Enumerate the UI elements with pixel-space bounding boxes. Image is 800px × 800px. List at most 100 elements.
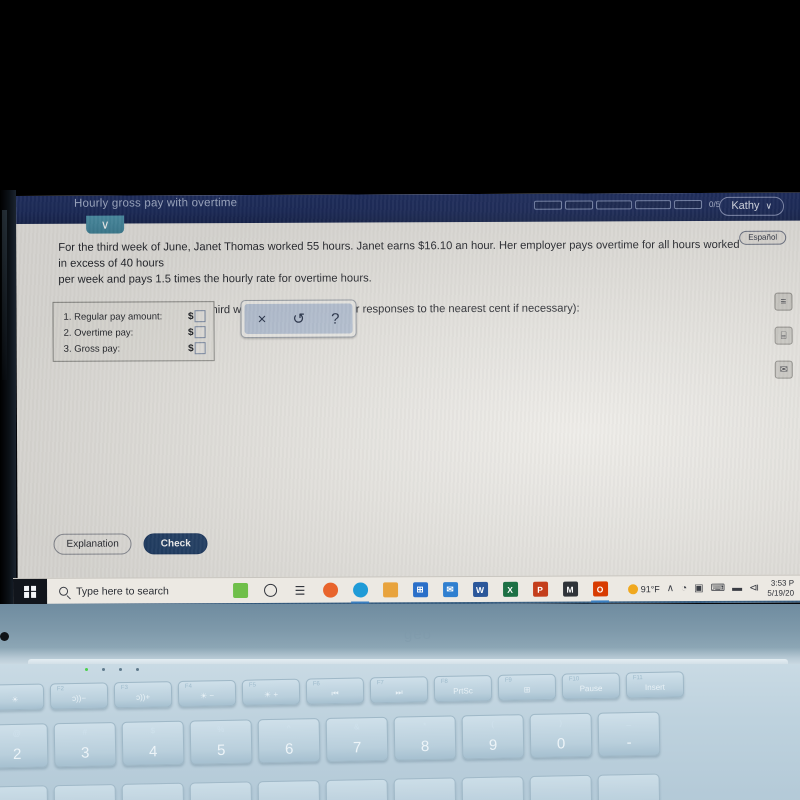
indicator-lights — [85, 668, 139, 671]
powerpoint-icon[interactable]: P — [525, 576, 555, 602]
key-number: 0 — [556, 735, 566, 753]
search-input[interactable]: Type here to search — [47, 578, 225, 605]
mcgraw-hill-icon[interactable]: M — [555, 576, 585, 602]
key-fn-label: F10 — [568, 676, 580, 683]
key-row3-e[interactable] — [257, 780, 321, 800]
key-f2[interactable]: F2 ᴐ))− — [49, 682, 109, 710]
file-explorer-icon[interactable] — [375, 577, 405, 603]
touch-keyboard-icon[interactable]: ⌨ — [711, 583, 725, 594]
key-row3-g[interactable] — [393, 777, 457, 800]
store-glyph: ⊞ — [412, 582, 428, 598]
reference-icon[interactable]: ≡ — [774, 292, 793, 311]
key-7[interactable]: & 7 — [325, 716, 389, 762]
calculator-icon[interactable]: ⌸ — [774, 326, 793, 345]
brand-logo: geo — [404, 626, 433, 643]
office-glyph: O — [592, 581, 608, 597]
photos-icon[interactable] — [225, 577, 255, 603]
answer-input-1[interactable] — [194, 310, 206, 323]
mail-app-icon[interactable]: ✉ — [435, 577, 465, 603]
key-row3-i[interactable] — [529, 774, 593, 800]
answer-input-3[interactable] — [194, 342, 206, 355]
key-number: 5 — [216, 741, 226, 760]
tool-rail: ≡ ⌸ ✉ — [774, 292, 793, 379]
mcgraw-glyph: M — [562, 581, 578, 597]
key-f6[interactable]: F6 ⏮ — [305, 677, 365, 705]
key-5[interactable]: % 5 — [189, 719, 253, 765]
dollar-sign: $ — [188, 326, 194, 338]
answer-field-1[interactable]: $ — [188, 310, 206, 323]
windows-logo-icon — [24, 585, 37, 598]
help-icon[interactable]: ? — [331, 310, 339, 327]
key-f9[interactable]: F9 ⊞ — [497, 673, 557, 701]
answer-row: 1. Regular pay amount: $ — [63, 308, 206, 325]
undo-icon[interactable]: ↺ — [292, 310, 305, 328]
key-f8[interactable]: F8 PrtSc — [433, 674, 493, 703]
key-number: - — [626, 734, 632, 752]
key-f3[interactable]: F3 ᴐ))+ — [113, 681, 173, 709]
cortana-icon[interactable] — [255, 577, 285, 603]
office-icon[interactable]: O — [585, 576, 615, 602]
key-0[interactable]: ) 0 — [529, 712, 593, 759]
user-menu[interactable]: Kathy ∨ — [719, 196, 785, 216]
answer-input-2[interactable] — [194, 326, 206, 339]
answer-field-2[interactable]: $ — [188, 326, 206, 339]
onedrive-icon[interactable]: ◔ — [681, 583, 687, 594]
key-6[interactable]: ^ 6 — [257, 718, 321, 764]
answer-field-3[interactable]: $ — [188, 342, 206, 355]
word-icon[interactable]: W — [465, 576, 495, 602]
collapse-tab-button[interactable]: ∨ — [86, 215, 125, 234]
key-f10[interactable]: F10 Pause — [561, 672, 621, 700]
key-row3-f[interactable] — [325, 778, 389, 800]
volume-icon[interactable]: ⧏ — [749, 583, 759, 594]
check-button[interactable]: Check — [143, 533, 208, 555]
battery-icon[interactable]: ▬ — [732, 583, 742, 594]
search-placeholder: Type here to search — [76, 584, 169, 598]
key-row3-h[interactable] — [461, 776, 525, 800]
dollar-sign: $ — [188, 342, 194, 354]
antivirus-icon[interactable]: ▣ — [694, 583, 704, 594]
weather-widget[interactable]: 91°F — [627, 584, 660, 594]
firefox-icon[interactable] — [315, 577, 345, 603]
task-view-icon[interactable]: ☰ — [285, 577, 315, 603]
key-row3-b[interactable] — [53, 783, 117, 800]
clock-time: 3:53 P — [770, 578, 795, 588]
key-3[interactable]: #3 — [53, 721, 117, 768]
progress-segment — [565, 200, 594, 210]
key-4[interactable]: $4 — [121, 720, 185, 766]
chevron-down-icon: ∨ — [765, 200, 773, 211]
key-9[interactable]: (9 — [461, 714, 525, 760]
key-row3-j[interactable] — [597, 773, 661, 800]
excel-icon[interactable]: X — [495, 576, 525, 602]
mail-icon[interactable]: ✉ — [774, 360, 793, 379]
edge-icon[interactable] — [345, 577, 375, 603]
key-f4[interactable]: F4 ☀ − — [177, 679, 237, 708]
answer-card: 1. Regular pay amount: $ 2. Overtime pay… — [52, 301, 215, 362]
key-row3-d[interactable] — [189, 781, 253, 800]
answer-row: 3. Gross pay: $ — [64, 340, 206, 357]
task-view-glyph: ☰ — [294, 583, 306, 598]
clear-icon[interactable]: × — [258, 310, 267, 327]
key-fn-label: F9 — [504, 677, 512, 684]
microsoft-store-icon[interactable]: ⊞ — [405, 577, 435, 603]
key-f1[interactable]: F1☀ — [0, 683, 45, 711]
start-button[interactable] — [13, 578, 48, 605]
key-8[interactable]: * 8 — [393, 715, 457, 761]
key-f5[interactable]: F5 ☀ + — [241, 678, 301, 706]
key-symbol: * — [423, 721, 427, 731]
key-symbol: @ — [12, 728, 21, 738]
key-row3-a[interactable] — [0, 785, 49, 800]
explanation-button[interactable]: Explanation — [53, 533, 132, 555]
key-f7[interactable]: F7 ⏭ — [369, 676, 429, 704]
key-glyph: ☀ − — [199, 691, 215, 701]
clock[interactable]: 3:53 P 5/19/20 — [766, 578, 796, 598]
firefox-glyph — [322, 582, 338, 598]
number-key-row: @2 #3 $4 % 5 ^ 6 & 7 * 8 (9 ) 0 _ - — [0, 711, 661, 769]
key-f11[interactable]: F11 Insert — [625, 671, 685, 699]
key-2[interactable]: @2 — [0, 723, 49, 769]
show-hidden-icons-chevron-icon[interactable]: ∧ — [667, 583, 674, 594]
key-glyph: ☀ + — [263, 690, 279, 700]
key-minus[interactable]: _ - — [597, 711, 661, 757]
key-row3-c[interactable] — [121, 782, 185, 800]
explorer-glyph — [382, 582, 398, 598]
edge-glyph — [352, 582, 368, 598]
